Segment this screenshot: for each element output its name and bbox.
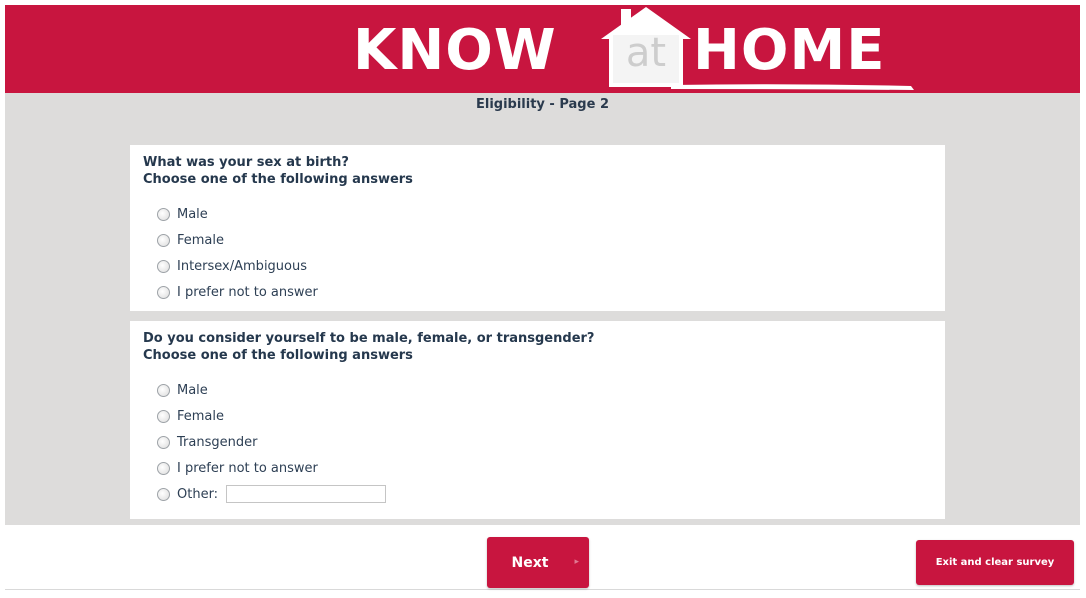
page-title: Eligibility - Page 2 [475,97,609,112]
option-label: Male [177,382,208,398]
option-label: I prefer not to answer [177,284,318,300]
question-card-sex-at-birth: What was your sex at birth? Choose one o… [130,145,945,311]
other-text-field[interactable] [226,485,387,503]
logo-text-know: KNOW [353,18,557,83]
option-prefer-not[interactable]: I prefer not to answer [157,455,386,481]
option-label: Female [177,232,225,248]
logo-swoosh [671,84,914,90]
question-prompt: What was your sex at birth? [143,155,349,170]
question-prompt: Do you consider yourself to be male, fem… [143,331,595,346]
question-instruction: Choose one of the following answers [143,172,413,187]
chevron-right-icon: ▸ [574,557,579,567]
option-label: Other: [177,486,219,502]
option-label: Intersex/Ambiguous [177,258,308,274]
option-transgender[interactable]: Transgender [157,429,386,455]
radio-button[interactable] [157,461,170,475]
exit-button-label: Exit and clear survey [935,557,1055,568]
option-label: I prefer not to answer [177,460,318,476]
option-female[interactable]: Female [157,227,318,253]
footer-divider [5,589,1080,590]
radio-button[interactable] [157,487,170,501]
next-button[interactable]: Next ▸ [487,537,589,588]
question-card-gender-identity: Do you consider yourself to be male, fem… [130,321,945,519]
logo-text-home: HOME [693,18,886,83]
exit-clear-survey-button[interactable]: Exit and clear survey [916,540,1074,585]
option-female[interactable]: Female [157,403,386,429]
radio-button[interactable] [157,233,170,247]
question-instruction: Choose one of the following answers [143,348,413,363]
option-male[interactable]: Male [157,377,386,403]
option-label: Female [177,408,225,424]
radio-button[interactable] [157,383,170,397]
answer-options: Male Female Transgender I prefer not to … [157,377,387,507]
radio-button[interactable] [157,285,170,299]
option-male[interactable]: Male [157,201,318,227]
radio-button[interactable] [157,207,170,221]
radio-button[interactable] [157,259,170,273]
question-text: What was your sex at birth? Choose one o… [143,154,413,188]
question-text: Do you consider yourself to be male, fem… [143,330,594,364]
radio-button[interactable] [157,435,170,449]
answer-options: Male Female Intersex/Ambiguous I prefer … [157,201,318,305]
next-button-label: Next [511,554,549,571]
know-at-home-logo: KNOW at HOME [353,5,923,93]
logo-text-at: at [625,30,667,76]
radio-button[interactable] [157,409,170,423]
option-prefer-not[interactable]: I prefer not to answer [157,279,318,305]
option-label: Transgender [177,434,258,450]
survey-body: Eligibility - Page 2 What was your sex a… [5,93,1080,525]
survey-window: KNOW at HOME Eligibility - Page 2 What w… [5,5,1080,594]
header-banner: KNOW at HOME [5,5,1080,93]
option-intersex[interactable]: Intersex/Ambiguous [157,253,318,279]
option-label: Male [177,206,208,222]
option-other[interactable]: Other: [157,481,387,507]
